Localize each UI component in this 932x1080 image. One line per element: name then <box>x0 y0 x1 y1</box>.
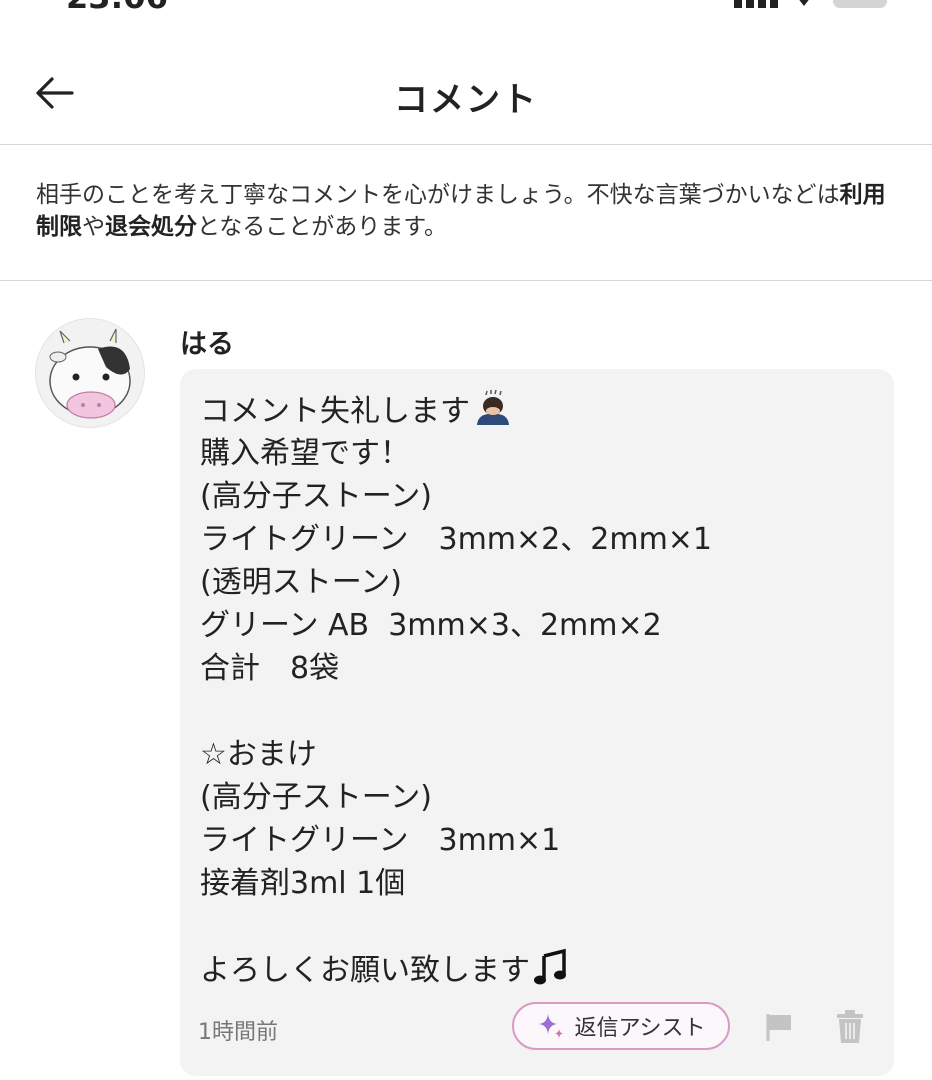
notice-banner: 相手のことを考え丁寧なコメントを心がけましょう。不快な言葉づかいなどは利用制限や… <box>0 145 932 281</box>
comment-username[interactable]: はる <box>180 322 234 361</box>
wifi-icon <box>799 0 809 6</box>
bowing-person-emoji-icon <box>477 389 509 425</box>
comment-line: コメント失礼します <box>200 389 874 432</box>
status-time: 23:06 <box>66 0 168 12</box>
comment-line: 合計 8袋 <box>200 651 340 686</box>
comment-footer: 1時間前 返信アシスト <box>180 1002 894 1054</box>
signal-icon <box>734 0 778 8</box>
comment-timestamp: 1時間前 <box>198 1020 278 1045</box>
comment-line: ☆おまけ <box>200 737 317 772</box>
page-title: コメント <box>394 80 538 120</box>
battery-icon <box>833 0 887 8</box>
comment-line <box>200 690 874 733</box>
comment-line: 購入希望です！ <box>200 436 410 471</box>
music-note-emoji-icon <box>534 948 566 985</box>
header: コメント <box>0 40 932 145</box>
comment-line: グリーン AB 3mm×3、2mm×2 <box>200 608 662 643</box>
comment-line-text: コメント失礼します <box>200 394 470 429</box>
comment-line: ライトグリーン 3mm×2、2mm×1 <box>200 522 713 557</box>
avatar[interactable] <box>35 318 145 428</box>
comment-line: よろしくお願い致します <box>200 948 874 991</box>
comment-line: (高分子ストーン) <box>200 479 432 514</box>
reply-assist-label: 返信アシスト <box>574 1016 706 1041</box>
notice-text: や <box>82 214 105 240</box>
cow-avatar <box>49 328 131 419</box>
status-bar: 23:06 <box>0 0 932 12</box>
comment-line <box>200 905 874 948</box>
comment-line-text: よろしくお願い致します <box>200 953 530 988</box>
comment-bubble: コメント失礼します 購入希望です！ (高分子ストーン) ライトグリーン 3mm×… <box>180 369 894 1076</box>
reply-assist-button[interactable]: 返信アシスト <box>512 1002 730 1050</box>
comment-line: ライトグリーン 3mm×1 <box>200 823 561 858</box>
notice-text: となることがあります。 <box>197 214 448 240</box>
comment-line: (透明ストーン) <box>200 565 402 600</box>
sparkle-icon <box>539 1014 564 1038</box>
notice-text: 相手のことを考え丁寧なコメントを心がけましょう。不快な言葉づかいなどは <box>36 182 840 208</box>
trash-icon[interactable] <box>836 1010 864 1044</box>
comment-line: (高分子ストーン) <box>200 780 432 815</box>
comment-body: コメント失礼します 購入希望です！ (高分子ストーン) ライトグリーン 3mm×… <box>200 389 874 991</box>
notice-bold-withdrawal: 退会処分 <box>105 214 197 240</box>
flag-icon[interactable] <box>764 1012 794 1042</box>
comment-line: 接着剤3ml 1個 <box>200 866 406 901</box>
